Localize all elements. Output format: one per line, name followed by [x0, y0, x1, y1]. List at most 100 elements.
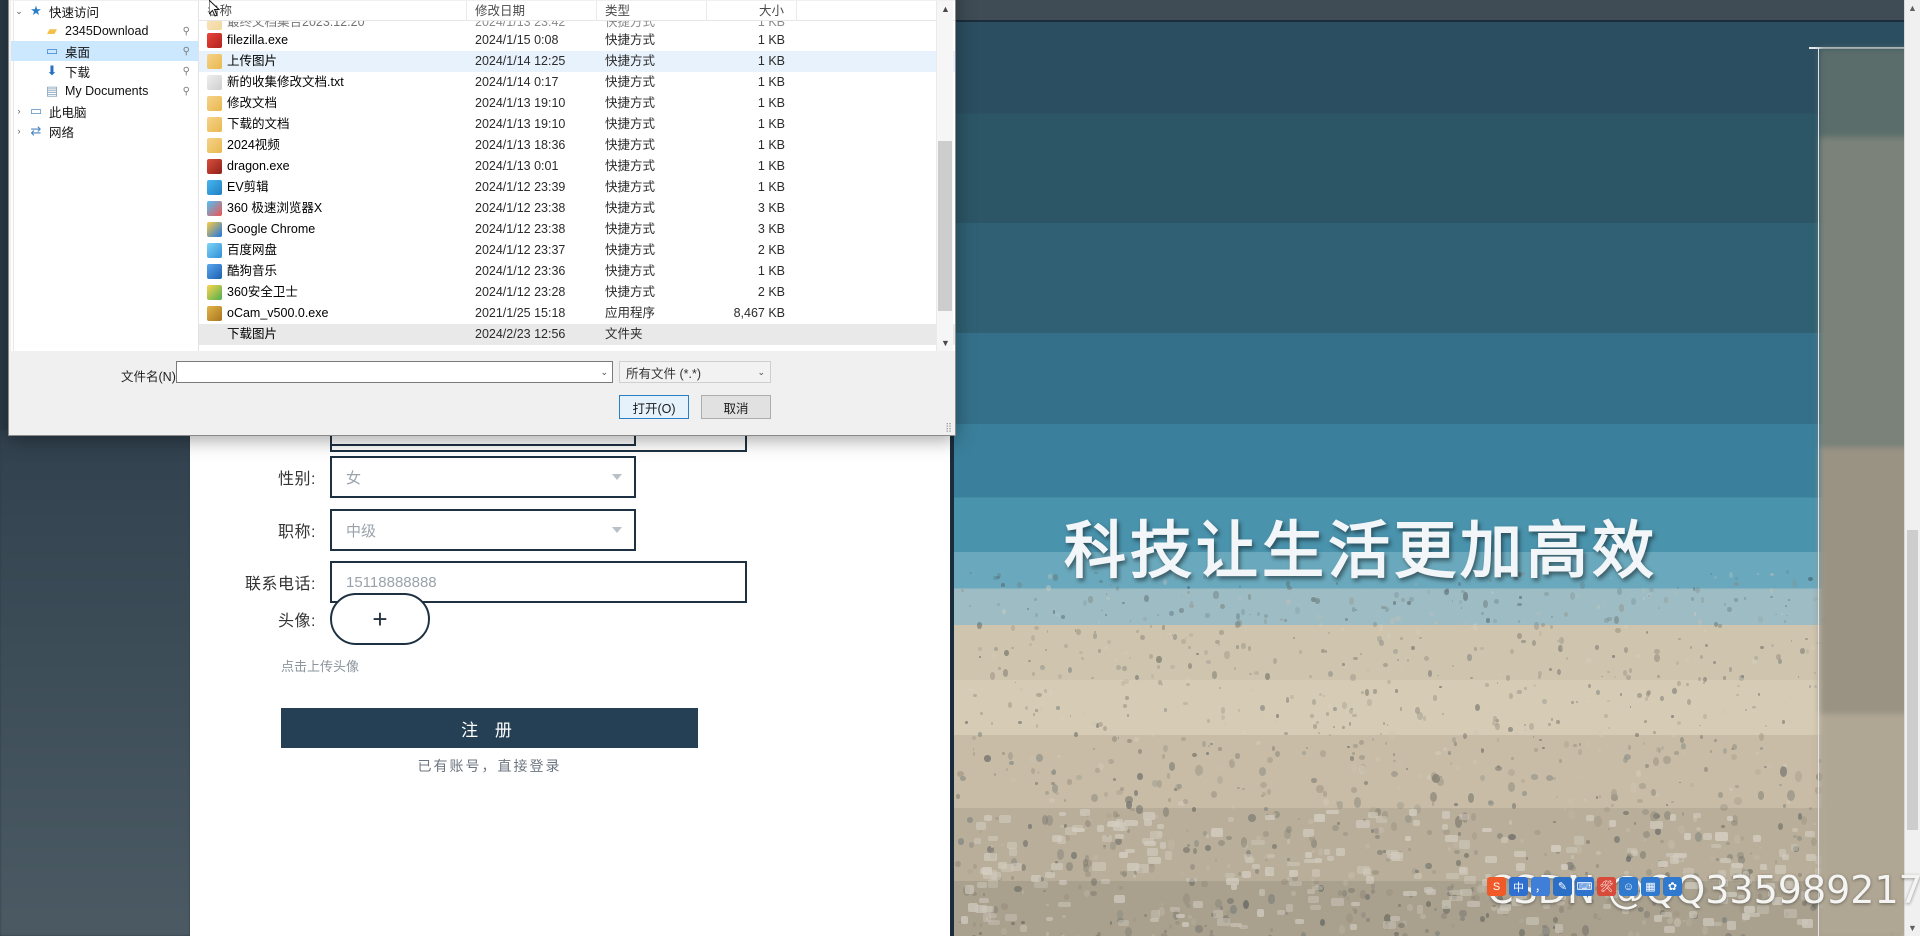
- cell-size: 1 KB: [707, 30, 797, 51]
- avatar-upload-button[interactable]: +: [330, 593, 430, 645]
- sidebar-item-1[interactable]: ▰ 2345Download ⚲: [11, 21, 198, 41]
- sidebar-item-4[interactable]: ▤ My Documents ⚲: [11, 81, 198, 101]
- file-name-text: filezilla.exe: [227, 30, 288, 51]
- table-row[interactable]: 最终文档集合2023.12.20 2024/1/13 23:42 快捷方式 1 KB: [199, 21, 955, 30]
- chevron-down-icon[interactable]: ⌄: [757, 367, 765, 378]
- table-row[interactable]: 下载图片 2024/2/23 12:56 文件夹: [199, 324, 955, 345]
- table-row[interactable]: 360安全卫士 2024/1/12 23:28 快捷方式 2 KB: [199, 282, 955, 303]
- scroll-down-icon[interactable]: ▼: [941, 338, 950, 348]
- ime-settings-icon[interactable]: ✿: [1663, 877, 1682, 896]
- safe-360-icon: [207, 285, 222, 300]
- cell-type: 快捷方式: [597, 114, 707, 135]
- cell-name[interactable]: oCam_v500.0.exe: [199, 303, 467, 324]
- ime-toolbar[interactable]: S 中 ， ✎ ⌨ 🛠 ☺ ▦ ✿: [1487, 877, 1682, 896]
- sidebar-item-0[interactable]: ⌄ ★ 快速访问: [11, 1, 198, 21]
- dialog-navigation-pane[interactable]: ⌄ ★ 快速访问 ▰ 2345Download ⚲ ▭ 桌面 ⚲ ⬇ 下载 ⚲ ▤ My Document…: [11, 1, 199, 351]
- chevron-down-icon: [612, 527, 622, 533]
- cell-name[interactable]: 下载图片: [199, 324, 467, 345]
- pin-icon[interactable]: ⚲: [183, 66, 190, 77]
- column-header-type[interactable]: 类型: [597, 1, 707, 21]
- star-icon: ★: [27, 3, 45, 19]
- open-button[interactable]: 打开(O): [619, 395, 689, 419]
- ime-apps-icon[interactable]: ▦: [1641, 877, 1660, 896]
- table-row[interactable]: EV剪辑 2024/1/12 23:39 快捷方式 1 KB: [199, 177, 955, 198]
- login-link-row[interactable]: 已有账号，直接登录: [281, 756, 698, 776]
- filetype-select[interactable]: 所有文件 (*.*) ⌄: [619, 361, 771, 383]
- table-row[interactable]: dragon.exe 2024/1/13 0:01 快捷方式 1 KB: [199, 156, 955, 177]
- cell-name[interactable]: 下载的文档: [199, 114, 467, 135]
- filename-input[interactable]: ⌄: [176, 361, 613, 383]
- form-select-title[interactable]: 中级: [330, 509, 636, 551]
- page-scrollbar[interactable]: ▲ ▼: [1904, 0, 1920, 936]
- cell-name[interactable]: 上传图片: [199, 51, 467, 72]
- pin-icon[interactable]: ⚲: [183, 26, 190, 37]
- ime-chinese-icon[interactable]: 中: [1509, 877, 1528, 896]
- file-list-rows[interactable]: 最终文档集合2023.12.20 2024/1/13 23:42 快捷方式 1 KB f…: [199, 21, 955, 351]
- cell-name[interactable]: EV剪辑: [199, 177, 467, 198]
- chevron-down-icon[interactable]: ⌄: [600, 367, 608, 378]
- cell-name[interactable]: 新的收集修改文档.txt: [199, 72, 467, 93]
- form-select-gender[interactable]: 女: [330, 456, 636, 498]
- ocam-icon: [207, 306, 222, 321]
- cell-name[interactable]: 2024视频: [199, 135, 467, 156]
- table-row[interactable]: 上传图片 2024/1/14 12:25 快捷方式 1 KB: [199, 51, 955, 72]
- table-row[interactable]: 2024视频 2024/1/13 18:36 快捷方式 1 KB: [199, 135, 955, 156]
- sidebar-item-6[interactable]: › ⇄ 网络: [11, 121, 198, 141]
- column-header-size[interactable]: 大小: [707, 1, 797, 21]
- cell-date: 2024/1/13 23:42: [467, 21, 597, 33]
- table-row[interactable]: 360 极速浏览器X 2024/1/12 23:38 快捷方式 3 KB: [199, 198, 955, 219]
- scroll-up-icon[interactable]: ▲: [1908, 3, 1917, 13]
- chevron-down-icon[interactable]: ⌄: [11, 6, 27, 17]
- pin-icon[interactable]: ⚲: [183, 46, 190, 57]
- file-open-dialog[interactable]: ⌄ ★ 快速访问 ▰ 2345Download ⚲ ▭ 桌面 ⚲ ⬇ 下载 ⚲ ▤ My Document…: [8, 0, 956, 436]
- resize-grip-icon[interactable]: ⣿: [945, 422, 952, 433]
- table-row[interactable]: Google Chrome 2024/1/12 23:38 快捷方式 3 KB: [199, 219, 955, 240]
- cell-name[interactable]: 360安全卫士: [199, 282, 467, 303]
- table-row[interactable]: 酷狗音乐 2024/1/12 23:36 快捷方式 1 KB: [199, 261, 955, 282]
- cell-name[interactable]: 百度网盘: [199, 240, 467, 261]
- file-list[interactable]: 名称 修改日期 类型 大小 最终文档集合2023.12.20 2024/1/13 …: [199, 1, 955, 351]
- cell-type: 快捷方式: [597, 177, 707, 198]
- cell-type: 快捷方式: [597, 135, 707, 156]
- cell-name[interactable]: dragon.exe: [199, 156, 467, 177]
- register-button[interactable]: 注 册: [281, 708, 698, 748]
- sidebar-item-5[interactable]: › ▭ 此电脑: [11, 101, 198, 121]
- table-row[interactable]: 修改文档 2024/1/13 19:10 快捷方式 1 KB: [199, 93, 955, 114]
- file-list-scroll-thumb[interactable]: [938, 141, 952, 311]
- table-row[interactable]: 下载的文档 2024/1/13 19:10 快捷方式 1 KB: [199, 114, 955, 135]
- sidebar-item-3[interactable]: ⬇ 下载 ⚲: [11, 61, 198, 81]
- cell-type: 快捷方式: [597, 240, 707, 261]
- chevron-right-icon[interactable]: ›: [11, 106, 27, 116]
- ime-logo-icon[interactable]: S: [1487, 877, 1506, 896]
- cell-name[interactable]: 修改文档: [199, 93, 467, 114]
- cell-name[interactable]: 360 极速浏览器X: [199, 198, 467, 219]
- pin-icon[interactable]: ⚲: [183, 86, 190, 97]
- form-row-gender: 性别: 女: [190, 456, 636, 498]
- cell-name[interactable]: 最终文档集合2023.12.20: [199, 21, 467, 33]
- table-row[interactable]: filezilla.exe 2024/1/15 0:08 快捷方式 1 KB: [199, 30, 955, 51]
- file-list-header[interactable]: 名称 修改日期 类型 大小: [199, 1, 955, 21]
- file-name-text: EV剪辑: [227, 177, 269, 198]
- table-row[interactable]: 新的收集修改文档.txt 2024/1/14 0:17 快捷方式 1 KB: [199, 72, 955, 93]
- scroll-up-icon[interactable]: ▲: [941, 4, 950, 14]
- cell-name[interactable]: 酷狗音乐: [199, 261, 467, 282]
- sidebar-item-label: 2345Download: [65, 24, 148, 38]
- ime-comma-icon[interactable]: ，: [1531, 877, 1550, 896]
- page-scrollbar-thumb[interactable]: [1907, 530, 1918, 830]
- ime-keyboard-icon[interactable]: ⌨: [1575, 877, 1594, 896]
- scroll-down-icon[interactable]: ▼: [1908, 923, 1917, 933]
- ime-pen-icon[interactable]: ✎: [1553, 877, 1572, 896]
- file-list-scrollbar[interactable]: ▲ ▼: [936, 1, 953, 351]
- cell-name[interactable]: filezilla.exe: [199, 30, 467, 51]
- column-header-date[interactable]: 修改日期: [467, 1, 597, 21]
- cancel-button[interactable]: 取消: [701, 395, 771, 419]
- chevron-right-icon[interactable]: ›: [11, 126, 27, 136]
- cell-name[interactable]: Google Chrome: [199, 219, 467, 240]
- table-row[interactable]: 百度网盘 2024/1/12 23:37 快捷方式 2 KB: [199, 240, 955, 261]
- sidebar-item-2[interactable]: ▭ 桌面 ⚲: [11, 41, 198, 61]
- table-row[interactable]: oCam_v500.0.exe 2021/1/25 15:18 应用程序 8,467 …: [199, 303, 955, 324]
- ime-emoji-icon[interactable]: ☺: [1619, 877, 1638, 896]
- column-header-name[interactable]: 名称: [199, 1, 467, 21]
- cell-size: 2 KB: [707, 282, 797, 303]
- ime-tools-icon[interactable]: 🛠: [1597, 877, 1616, 896]
